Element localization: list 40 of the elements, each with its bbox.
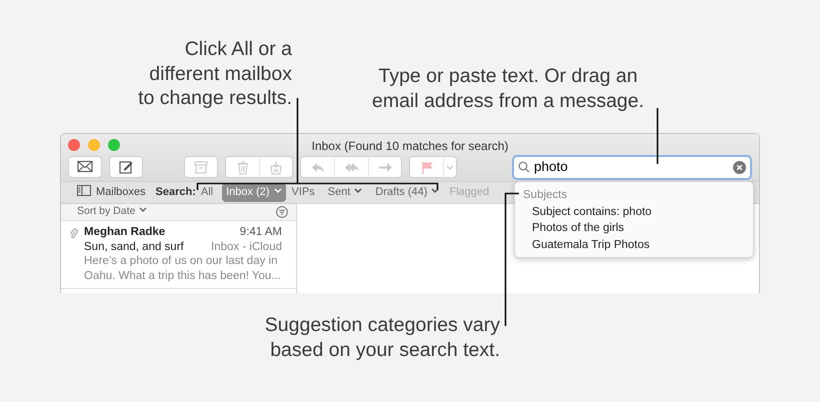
- mailbox-name: Inbox - iCloud: [211, 240, 282, 254]
- mailbox-tab[interactable]: Sent: [324, 183, 366, 202]
- section-heading: Subjects: [523, 189, 568, 201]
- close-button[interactable]: [68, 139, 80, 151]
- minimize-button[interactable]: [88, 139, 100, 151]
- message-item[interactable]: Meghan Radke 9:41 AM Sun, sand, and surf Inbox - iCloud Here’s a photo of us on our last day in Oahu. What a trip this has been! You...: [61, 221, 296, 289]
- suggestion-item[interactable]: Photos of the girls: [523, 220, 624, 236]
- chevron-icon: [431, 188, 440, 194]
- junk-icon: [268, 160, 284, 174]
- message-time: 9:41 AM: [240, 225, 282, 240]
- chevron-icon: [274, 188, 282, 194]
- zoom-button[interactable]: [108, 139, 120, 151]
- search-icon: [518, 161, 530, 173]
- mailbox-tab[interactable]: Drafts (44): [371, 183, 444, 202]
- chevron-icon: [354, 188, 362, 194]
- suggestion-item[interactable]: Subject contains: photo: [523, 204, 652, 220]
- callout-text: Suggestion categories vary based on your search text.: [264, 313, 500, 362]
- search-label: Search:: [156, 185, 196, 200]
- callout-text: Type or paste text. Or drag an email address from a message.: [372, 64, 644, 113]
- filter-icon[interactable]: [276, 206, 288, 218]
- mailbox-tab[interactable]: VIPs: [288, 183, 319, 202]
- compose-icon: [118, 160, 134, 174]
- window-title: Inbox (Found 10 matches for search): [312, 139, 508, 153]
- toolbar-button[interactable]: [109, 156, 143, 178]
- suggestion-item[interactable]: Guatemala Trip Photos: [523, 236, 650, 253]
- toolbar-button[interactable]: [68, 156, 102, 178]
- message-preview: Here’s a photo of us on our last day in Oahu. What a trip this has been! You...: [84, 254, 282, 283]
- search-field[interactable]: photo: [512, 154, 752, 180]
- chevron-icon: [139, 207, 148, 214]
- sender-name: Meghan Radke: [84, 225, 166, 240]
- envelope-icon: [77, 160, 93, 174]
- leader-line: [656, 108, 658, 164]
- sidebar-icon: [77, 185, 91, 196]
- search-input[interactable]: photo: [530, 156, 733, 178]
- clear-icon[interactable]: [733, 160, 746, 174]
- message-subject: Sun, sand, and surf: [84, 240, 184, 254]
- archive-icon: [193, 160, 209, 174]
- mailbox-tab[interactable]: All: [196, 183, 218, 202]
- mailboxes-button[interactable]: Mailboxes: [73, 183, 150, 202]
- callout-text: Click All or a different mailbox to change results.: [138, 37, 292, 110]
